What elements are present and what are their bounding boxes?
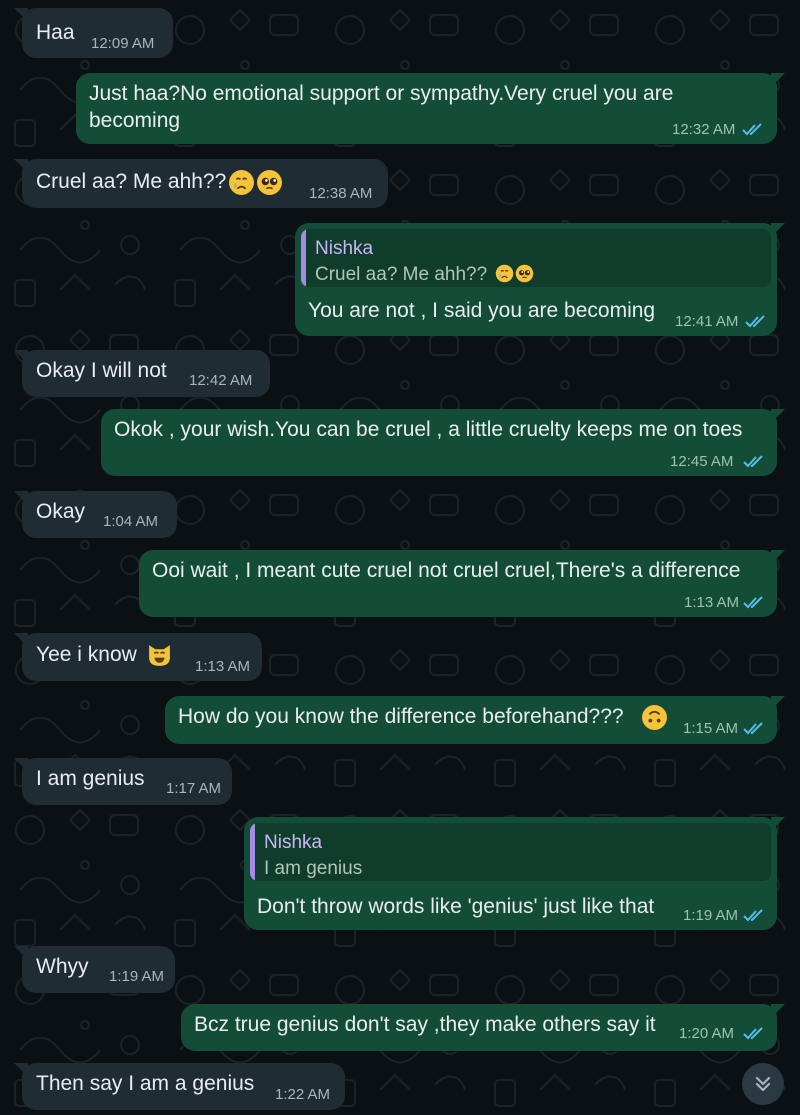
incoming-message[interactable]: Yee i know 1:13 AM: [14, 633, 262, 681]
bubble-tail: [771, 223, 785, 237]
bubble-tail: [771, 73, 785, 87]
message-time: 12:32 AM: [672, 121, 736, 138]
incoming-message[interactable]: I am genius 1:17 AM: [14, 758, 232, 805]
bubble-tail: [14, 1063, 28, 1077]
read-ticks-icon: [743, 909, 763, 922]
message-time: 1:19 AM: [109, 968, 165, 985]
quoted-sender-name: Nishka: [315, 238, 374, 259]
message-time: 1:19 AM: [683, 907, 739, 924]
bubble-tail: [771, 1004, 785, 1018]
bubble-tail: [14, 633, 28, 647]
message-text-line-2: becoming: [89, 109, 181, 132]
incoming-message[interactable]: Okay 1:04 AM: [14, 491, 177, 538]
bubble-tail: [771, 696, 785, 710]
message-text: Bcz true genius don't say ,they make oth…: [194, 1013, 656, 1036]
bubble-tail: [14, 491, 28, 505]
outgoing-message[interactable]: Ooi wait , I meant cute cruel not cruel …: [139, 550, 785, 617]
quote-bar: [250, 823, 255, 881]
bubble-tail: [771, 409, 785, 423]
incoming-message[interactable]: Okay I will not 12:42 AM: [14, 350, 270, 397]
bubble-tail: [14, 8, 28, 22]
read-ticks-icon: [743, 596, 763, 609]
message-time: 12:38 AM: [309, 185, 373, 202]
grinning-cat-emoji: [149, 645, 170, 666]
message-text: How do you know the difference beforehan…: [178, 705, 624, 728]
message-time: 1:04 AM: [103, 513, 159, 530]
message-text: Okok , your wish.You can be cruel , a li…: [114, 418, 743, 441]
message-time: 12:41 AM: [675, 313, 739, 330]
bubble-tail: [14, 159, 28, 173]
bubble-tail: [14, 946, 28, 960]
message-text: Yee i know: [36, 643, 137, 666]
incoming-message[interactable]: Haa 12:09 AM: [14, 8, 173, 58]
message-time: 1:15 AM: [683, 720, 739, 737]
outgoing-message[interactable]: Just haa?No emotional support or sympath…: [76, 73, 785, 144]
bubble-tail: [14, 350, 28, 364]
pleading-face-emoji: [515, 264, 534, 283]
message-text: I am genius: [36, 767, 145, 790]
message-time: 1:17 AM: [166, 780, 222, 797]
incoming-message[interactable]: Whyy 1:19 AM: [14, 946, 175, 993]
quoted-text: I am genius: [264, 858, 363, 879]
message-time: 1:22 AM: [275, 1086, 331, 1103]
quoted-text: Cruel aa? Me ahh??: [315, 264, 488, 285]
message-time: 12:09 AM: [91, 35, 155, 52]
bubble-tail: [771, 817, 785, 831]
message-text: Cruel aa? Me ahh??: [36, 170, 227, 193]
quoted-message[interactable]: Nishka Cruel aa? Me ahh??: [301, 229, 771, 287]
chat-area[interactable]: Haa 12:09 AM Just haa?No emotional suppo…: [0, 0, 800, 1115]
message-time: 1:13 AM: [684, 594, 740, 611]
read-ticks-icon: [743, 455, 763, 468]
quote-bar: [301, 229, 306, 287]
double-chevron-down-icon: [755, 1076, 771, 1092]
pleading-face-emoji: [257, 170, 282, 195]
bubble-tail: [771, 550, 785, 564]
scroll-to-bottom-button[interactable]: [742, 1063, 784, 1105]
message-text: Haa: [36, 21, 75, 44]
outgoing-message[interactable]: How do you know the difference beforehan…: [165, 696, 785, 744]
message-text: Then say I am a genius: [36, 1072, 255, 1095]
message-text: You are not , I said you are becoming: [308, 299, 656, 322]
read-ticks-icon: [743, 722, 763, 735]
outgoing-message[interactable]: Bcz true genius don't say ,they make oth…: [181, 1004, 785, 1051]
message-text: Whyy: [36, 955, 89, 978]
incoming-message[interactable]: Cruel aa? Me ahh?? 12:38 AM: [14, 159, 388, 208]
incoming-message[interactable]: Then say I am a genius 1:22 AM: [14, 1063, 345, 1110]
quoted-sender-name: Nishka: [264, 832, 323, 853]
message-text: Don't throw words like 'genius' just lik…: [257, 895, 655, 918]
message-time: 12:42 AM: [189, 372, 253, 389]
read-ticks-icon: [742, 123, 762, 136]
message-text-line-1: Just haa?No emotional support or sympath…: [89, 82, 674, 105]
read-ticks-icon: [745, 315, 765, 328]
message-time: 1:13 AM: [195, 658, 251, 675]
bubble-tail: [14, 758, 28, 772]
read-ticks-icon: [743, 1027, 763, 1040]
outgoing-reply-message[interactable]: Nishka Cruel aa? Me ahh?? You are not , …: [295, 223, 785, 336]
upside-down-face-emoji: [642, 705, 667, 730]
message-time: 12:45 AM: [670, 453, 734, 470]
crying-face-emoji: [495, 264, 514, 283]
message-text: Okay: [36, 500, 86, 523]
outgoing-message[interactable]: Okok , your wish.You can be cruel , a li…: [101, 409, 785, 476]
message-text: Okay I will not: [36, 359, 167, 382]
message-text: Ooi wait , I meant cute cruel not cruel …: [152, 559, 741, 582]
message-time: 1:20 AM: [679, 1025, 735, 1042]
outgoing-reply-message[interactable]: Nishka I am genius Don't throw words lik…: [244, 817, 785, 930]
quoted-message[interactable]: Nishka I am genius: [250, 823, 771, 881]
crying-face-emoji: [229, 170, 254, 195]
